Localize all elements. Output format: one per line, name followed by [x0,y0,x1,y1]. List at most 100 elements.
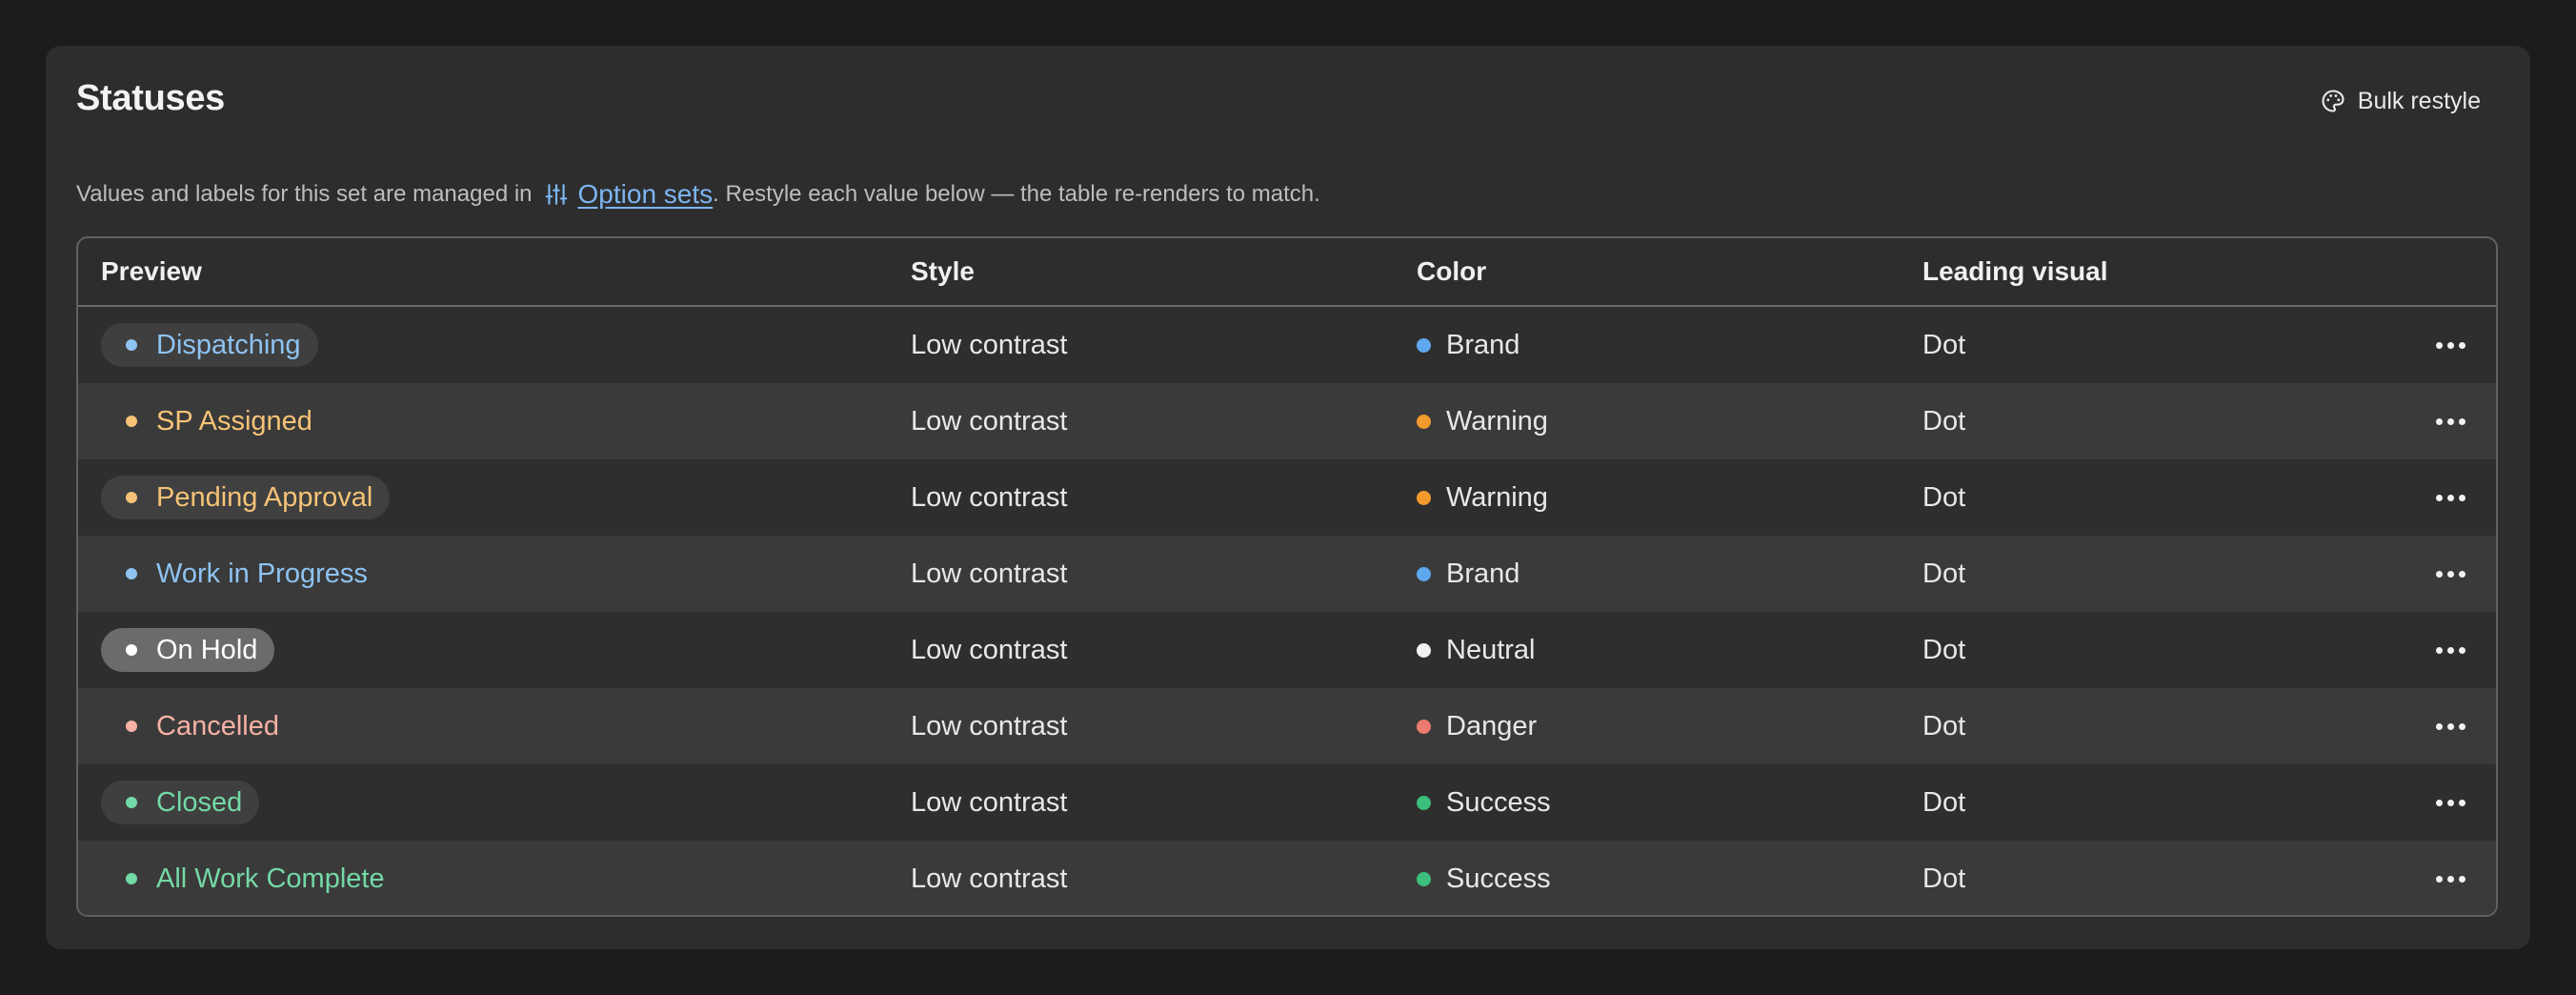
color-cell: Brand [1417,307,1519,383]
status-badge[interactable]: Dispatching [101,323,318,367]
sliders-icon [544,182,569,207]
table-row[interactable]: Cancelled Low contrast Danger Dot [78,688,2496,764]
more-horizontal-icon[interactable] [2431,402,2469,440]
leading-visual-cell: Dot [1922,863,1966,894]
status-badge[interactable]: SP Assigned [101,399,330,443]
palette-icon [2320,88,2346,114]
status-dot-icon [126,492,137,503]
leading-visual-cell: Dot [1922,634,1966,665]
color-cell: Success [1417,764,1551,841]
status-label: On Hold [156,634,258,665]
status-dot-icon [126,339,137,351]
preview-cell: On Hold [101,612,275,688]
style-cell: Low contrast [911,710,1068,741]
status-badge[interactable]: Closed [101,781,260,824]
description-text-after: . Restyle each value below — the table r… [713,181,1320,207]
color-cell: Danger [1417,688,1537,764]
more-horizontal-icon[interactable] [2431,707,2469,745]
color-label: Success [1446,863,1551,894]
row-menu-cell [2431,688,2469,764]
color-swatch-icon [1417,414,1431,429]
more-horizontal-icon[interactable] [2431,860,2469,898]
style-cell: Low contrast [911,405,1068,437]
more-horizontal-icon[interactable] [2431,326,2469,364]
color-swatch-icon [1417,642,1431,658]
status-label: Pending Approval [156,481,373,513]
card-header: Statuses Bulk restyle [76,46,2500,160]
bulk-restyle-label: Bulk restyle [2357,87,2481,114]
status-dot-icon [126,873,137,884]
color-cell: Success [1417,841,1551,915]
more-horizontal-icon[interactable] [2431,631,2469,669]
color-label: Warning [1446,405,1548,437]
status-badge[interactable]: Work in Progress [101,552,385,596]
table-row[interactable]: Closed Low contrast Success Dot [78,764,2496,841]
status-label: SP Assigned [156,405,312,437]
leading-visual-cell: Dot [1922,710,1966,741]
status-label: Cancelled [156,710,279,741]
style-cell: Low contrast [911,863,1068,894]
row-menu-cell [2431,459,2469,536]
column-header-color: Color [1417,256,1487,286]
color-label: Warning [1446,481,1548,513]
status-dot-icon [126,721,137,732]
status-dot-icon [126,568,137,579]
column-header-preview: Preview [101,256,202,286]
status-label: All Work Complete [156,863,385,894]
row-menu-cell [2431,764,2469,841]
column-header-leading-visual: Leading visual [1922,256,2108,286]
option-sets-link[interactable]: Option sets [578,179,714,210]
status-badge[interactable]: Cancelled [101,704,296,748]
row-menu-cell [2431,307,2469,383]
table-body: Dispatching Low contrast Brand Dot SP As… [78,307,2496,915]
color-swatch-icon [1417,719,1431,734]
page-title: Statuses [76,78,226,118]
more-horizontal-icon[interactable] [2431,783,2469,822]
preview-cell: Cancelled [101,688,296,764]
style-cell: Low contrast [911,634,1068,665]
bulk-restyle-button[interactable]: Bulk restyle [2301,80,2500,122]
color-cell: Warning [1417,383,1548,459]
row-menu-cell [2431,841,2469,915]
table-row[interactable]: On Hold Low contrast Neutral Dot [78,612,2496,688]
color-label: Danger [1446,710,1538,741]
preview-cell: Work in Progress [101,536,385,612]
table-row[interactable]: All Work Complete Low contrast Success D… [78,841,2496,915]
leading-visual-cell: Dot [1922,329,1966,360]
column-header-style: Style [911,256,975,286]
color-swatch-icon [1417,795,1431,810]
status-dot-icon [126,644,137,656]
style-cell: Low contrast [911,481,1068,513]
leading-visual-cell: Dot [1922,405,1966,437]
style-cell: Low contrast [911,786,1068,818]
status-dot-icon [126,416,137,427]
status-dot-icon [126,797,137,808]
color-cell: Brand [1417,536,1519,612]
color-swatch-icon [1417,871,1431,886]
color-label: Brand [1446,558,1520,589]
more-horizontal-icon[interactable] [2431,478,2469,517]
status-label: Work in Progress [156,558,368,589]
status-badge[interactable]: Pending Approval [101,476,391,519]
table-row[interactable]: Pending Approval Low contrast Warning Do… [78,459,2496,536]
leading-visual-cell: Dot [1922,558,1966,589]
color-swatch-icon [1417,337,1431,353]
status-label: Dispatching [156,329,301,360]
color-label: Neutral [1446,634,1536,665]
leading-visual-cell: Dot [1922,786,1966,818]
color-cell: Neutral [1417,612,1536,688]
table-header: Preview Style Color Leading visual [78,238,2496,307]
table-row[interactable]: Dispatching Low contrast Brand Dot [78,307,2496,383]
status-badge[interactable]: On Hold [101,628,275,672]
style-cell: Low contrast [911,558,1068,589]
status-badge[interactable]: All Work Complete [101,857,402,901]
color-label: Brand [1446,329,1520,360]
table-row[interactable]: SP Assigned Low contrast Warning Dot [78,383,2496,459]
statuses-card: Statuses Bulk restyle Values and labels … [46,46,2530,949]
section-description: Values and labels for this set are manag… [76,179,1320,210]
preview-cell: Closed [101,764,260,841]
table-row[interactable]: Work in Progress Low contrast Brand Dot [78,536,2496,612]
preview-cell: Pending Approval [101,459,391,536]
statuses-table: Preview Style Color Leading visual Dispa… [76,236,2498,917]
more-horizontal-icon[interactable] [2431,555,2469,593]
